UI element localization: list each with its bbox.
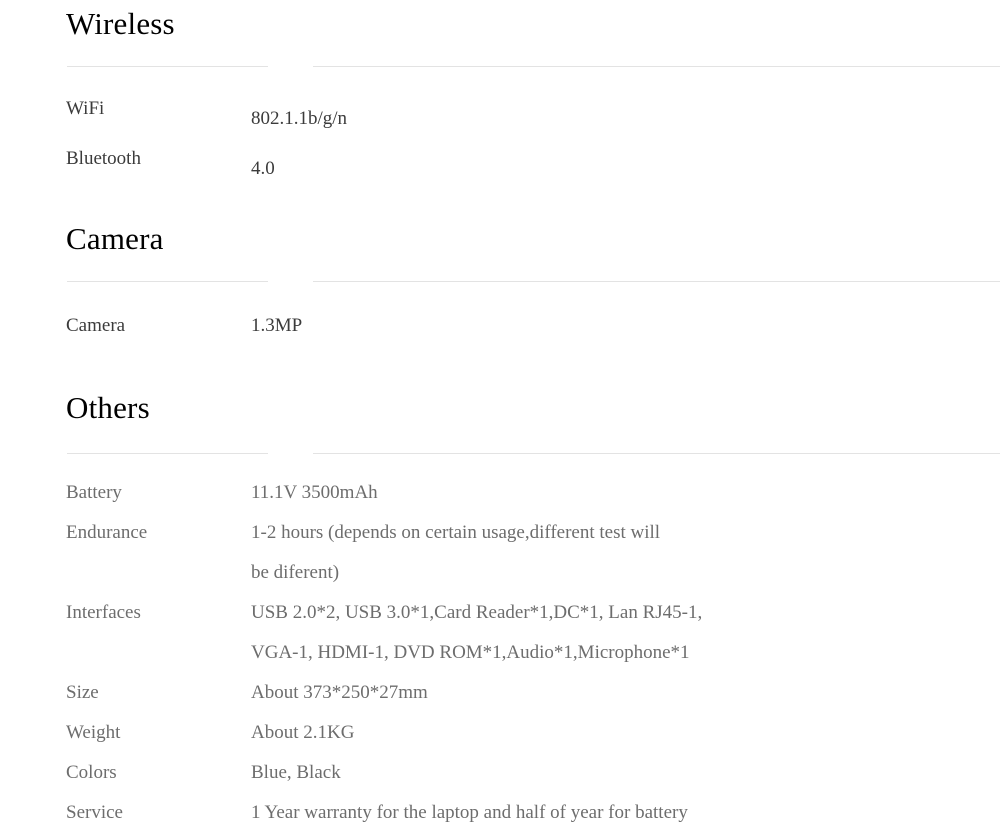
- spec-label: Bluetooth: [66, 147, 141, 169]
- spec-row: Bluetooth 4.0: [0, 139, 1000, 189]
- spec-value-line: About 373*250*27mm: [251, 681, 428, 703]
- spec-value-line: Blue, Black: [251, 761, 341, 783]
- spec-label: Colors: [66, 761, 117, 783]
- spec-row: Endurance 1-2 hours (depends on certain …: [0, 513, 1000, 593]
- spec-value: 4.0: [249, 139, 891, 189]
- spec-label: Interfaces: [66, 601, 141, 623]
- spec-value: 11.1V 3500mAh: [249, 473, 891, 513]
- spec-value: 1-2 hours (depends on certain usage,diff…: [249, 513, 891, 593]
- spec-label: Battery: [66, 481, 122, 503]
- spec-label: Size: [66, 681, 99, 703]
- spec-row: Interfaces USB 2.0*2, USB 3.0*1,Card Rea…: [0, 593, 1000, 673]
- section-heading-others: Others: [66, 390, 150, 426]
- spec-value-line: 802.1.1b/g/n: [251, 107, 348, 129]
- spec-value-line: 1 Year warranty for the laptop and half …: [251, 801, 688, 823]
- spec-row: Weight About 2.1KG: [0, 713, 1000, 753]
- spec-row: Colors Blue, Black: [0, 753, 1000, 793]
- spec-value-line: 1.3MP: [251, 315, 303, 337]
- spec-value-line: About 2.1KG: [251, 721, 355, 743]
- spec-value: Blue, Black: [249, 753, 891, 793]
- spec-value-line: be diferent): [251, 561, 340, 583]
- specification-sheet: Wireless WiFi 802.1.1b/g/n Bluetooth 4.0…: [0, 0, 1000, 833]
- spec-value: About 373*250*27mm: [249, 673, 891, 713]
- section-heading-wireless: Wireless: [66, 6, 175, 41]
- spec-value-line: VGA-1, HDMI-1, DVD ROM*1,Audio*1,Microph…: [251, 641, 690, 663]
- spec-row: Battery 11.1V 3500mAh: [0, 473, 1000, 513]
- spec-label: Endurance: [66, 521, 148, 543]
- spec-value: 1.3MP: [249, 306, 891, 346]
- section-camera: Camera Camera 1.3MP: [0, 189, 1000, 347]
- spec-value-line: 4.0: [251, 157, 275, 179]
- spec-value-line: USB 2.0*2, USB 3.0*1,Card Reader*1,DC*1,…: [251, 601, 703, 623]
- spec-label: Weight: [66, 721, 121, 743]
- spec-rows-wireless: WiFi 802.1.1b/g/n Bluetooth 4.0: [0, 67, 1000, 189]
- spec-value: USB 2.0*2, USB 3.0*1,Card Reader*1,DC*1,…: [249, 593, 891, 673]
- spec-value-line: 11.1V 3500mAh: [251, 481, 378, 503]
- spec-row: WiFi 802.1.1b/g/n: [0, 89, 1000, 139]
- spec-label: WiFi: [66, 97, 105, 119]
- spec-rows-others: Battery 11.1V 3500mAh Endurance 1-2 hour…: [0, 454, 1000, 833]
- spec-row: Service 1 Year warranty for the laptop a…: [0, 793, 1000, 833]
- spec-row: Size About 373*250*27mm: [0, 673, 1000, 713]
- spec-rows-camera: Camera 1.3MP: [0, 282, 1000, 346]
- spec-label: Camera: [66, 315, 126, 337]
- spec-value: 1 Year warranty for the laptop and half …: [249, 793, 891, 833]
- spec-value: About 2.1KG: [249, 713, 891, 753]
- section-wireless: Wireless WiFi 802.1.1b/g/n Bluetooth 4.0: [0, 0, 1000, 189]
- section-others: Others Battery 11.1V 3500mAh Endurance 1…: [0, 346, 1000, 833]
- section-heading-camera: Camera: [66, 220, 164, 256]
- spec-value: 802.1.1b/g/n: [249, 89, 891, 139]
- spec-row: Camera 1.3MP: [0, 306, 1000, 346]
- spec-value-line: 1-2 hours (depends on certain usage,diff…: [251, 521, 661, 543]
- spec-label: Service: [66, 801, 123, 823]
